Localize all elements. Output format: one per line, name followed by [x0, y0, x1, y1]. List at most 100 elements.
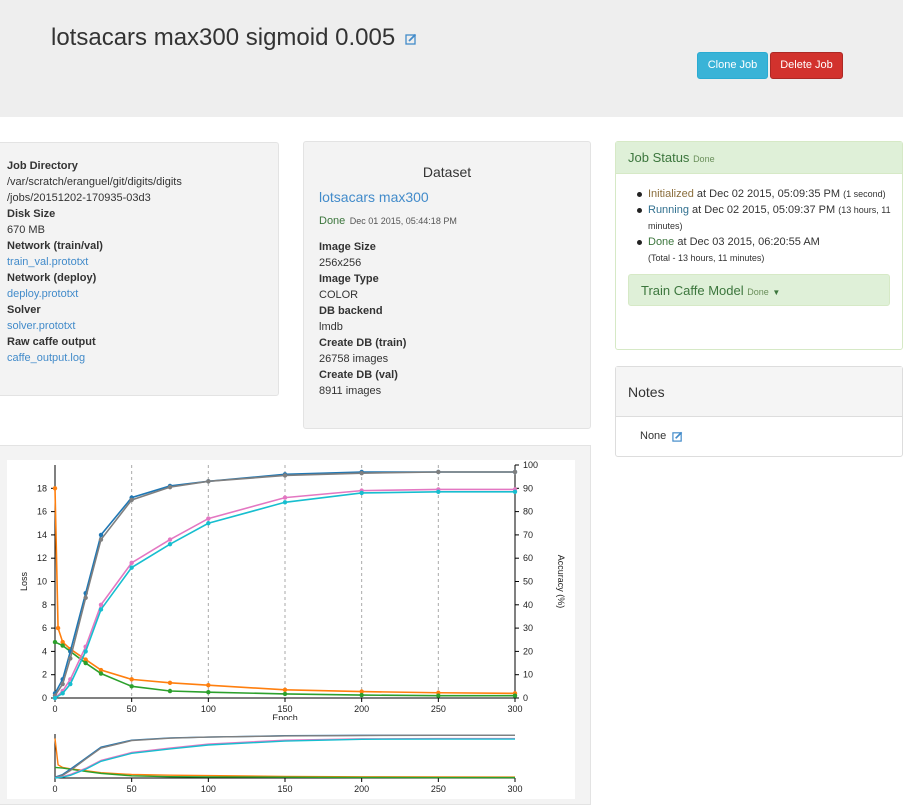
x-tick-label: 300: [507, 704, 522, 714]
y-tick-label: 0: [42, 693, 47, 703]
job-directory: Job Directory /var/scratch/eranguel/git/…: [7, 158, 268, 206]
job-name: lotsacars max300 sigmoid 0.005: [51, 24, 396, 51]
raw-output-label: Raw caffe output: [7, 336, 96, 348]
data-point: [167, 542, 173, 547]
job-status-title: Job Status: [628, 150, 690, 165]
edit-notes-icon[interactable]: [672, 431, 683, 442]
db-backend-value: lmdb: [319, 321, 343, 333]
image-size-value: 256x256: [319, 257, 362, 269]
edit-icon[interactable]: [405, 33, 417, 45]
sub-x-tick-label: 50: [127, 784, 137, 794]
dataset-status-label: Done: [319, 215, 346, 227]
x-tick-label: 100: [201, 704, 216, 714]
data-point: [436, 469, 441, 475]
delete-job-button[interactable]: Delete Job: [770, 52, 843, 79]
y2-tick-label: 60: [523, 553, 533, 563]
network-trainval-label: Network (train/val): [7, 240, 103, 252]
y-tick-label: 14: [37, 530, 47, 540]
train-caffe-model-state: Done: [747, 287, 769, 297]
data-point: [83, 660, 88, 666]
y-tick-label: 2: [42, 670, 47, 680]
notes-value: None: [640, 430, 667, 442]
y2-tick-label: 40: [523, 600, 533, 610]
notes-body: None: [616, 417, 902, 455]
sub-x-tick-label: 0: [52, 784, 57, 794]
job-status-panel: Job Status Done Initialized at Dec 02 20…: [615, 141, 903, 350]
page-header: lotsacars max300 sigmoid 0.005 Clone Job…: [0, 0, 903, 117]
y-tick-label: 6: [42, 623, 47, 633]
status-event-label: Running: [648, 204, 689, 216]
y2-tick-label: 100: [523, 460, 538, 470]
sub-series-line: [54, 738, 516, 778]
image-type-label: Image Type: [319, 273, 379, 285]
notes-panel: Notes None: [615, 366, 903, 457]
status-event: Initialized at Dec 02 2015, 05:09:35 PM …: [637, 186, 892, 202]
data-point: [359, 470, 364, 476]
data-point: [52, 486, 58, 491]
db-backend-label: DB backend: [319, 305, 383, 317]
data-point: [512, 469, 518, 475]
solver-label: Solver: [7, 304, 41, 316]
network-deploy-label: Network (deploy): [7, 272, 97, 284]
training-subchart[interactable]: 0 50 100 150 200 250 300: [7, 720, 575, 799]
data-point: [83, 595, 88, 601]
data-point: [167, 484, 173, 490]
data-point: [282, 687, 288, 693]
create-db-val-label: Create DB (val): [319, 369, 398, 381]
dataset-panel: Dataset lotsacars max300 Done Dec 01 201…: [303, 141, 591, 429]
data-point: [167, 537, 173, 542]
x-tick-label: 0: [52, 704, 57, 714]
sub-x-tick-label: 150: [277, 784, 292, 794]
y-tick-label: 10: [37, 577, 47, 587]
disk-size-label: Disk Size: [7, 208, 56, 220]
chart-container: 0 50 100 150 200 250 300 0 2 4 6 8 10 12 14 16 18 0 10 20 30…: [7, 460, 575, 799]
data-point: [206, 516, 211, 521]
data-point: [60, 643, 65, 648]
y2-tick-label: 10: [523, 670, 533, 680]
data-point: [436, 693, 441, 698]
data-point: [206, 682, 211, 688]
y-tick-label: 18: [37, 483, 47, 493]
status-event-time: at Dec 02 2015, 05:09:35 PM: [696, 188, 841, 200]
raw-output-link[interactable]: caffe_output.log: [7, 350, 268, 366]
train-caffe-model-toggle[interactable]: Train Caffe Model Done ▼: [628, 274, 890, 306]
network-deploy-link[interactable]: deploy.prototxt: [7, 286, 268, 302]
data-point: [282, 691, 288, 697]
sub-series-line: [54, 738, 515, 779]
x-tick-label: 250: [431, 704, 446, 714]
solver-link[interactable]: solver.prototxt: [7, 318, 268, 334]
data-point: [512, 489, 518, 494]
y2-tick-label: 70: [523, 530, 533, 540]
data-point: [167, 688, 173, 694]
dataset-status-time: Dec 01 2015, 05:44:18 PM: [349, 216, 457, 226]
y2-tick-label: 50: [523, 577, 533, 587]
dataset-link[interactable]: lotsacars max300: [319, 188, 575, 206]
data-point: [359, 490, 364, 496]
network-trainval-link[interactable]: train_val.prototxt: [7, 254, 268, 270]
job-status-state: Done: [693, 154, 715, 164]
page-title: lotsacars max300 sigmoid 0.005: [51, 24, 417, 52]
disk-size-value: 670 MB: [7, 224, 45, 236]
data-point: [52, 639, 58, 645]
data-point: [129, 565, 134, 570]
sub-x-tick-label: 100: [201, 784, 216, 794]
image-type-value: COLOR: [319, 289, 359, 301]
clone-job-button[interactable]: Clone Job: [697, 52, 768, 79]
status-event-label: Initialized: [648, 188, 694, 200]
data-point: [282, 500, 288, 505]
sub-x-tick-label: 200: [354, 784, 369, 794]
data-point: [206, 689, 211, 695]
status-event: Done at Dec 03 2015, 06:20:55 AM (Total …: [637, 234, 892, 266]
y-tick-label: 8: [42, 600, 47, 610]
x-tick-label: 200: [354, 704, 369, 714]
status-event-time: at Dec 03 2015, 06:20:55 AM: [677, 236, 820, 248]
y2-tick-label: 20: [523, 646, 533, 656]
data-point: [98, 607, 104, 612]
data-point: [129, 497, 134, 503]
caret-down-icon: ▼: [772, 288, 781, 297]
job-info-panel: Job Directory /var/scratch/eranguel/git/…: [0, 142, 279, 396]
dataset-heading: Dataset: [422, 164, 472, 180]
series-line: [54, 490, 515, 699]
sub-x-tick-label: 300: [507, 784, 522, 794]
data-point: [206, 479, 211, 484]
